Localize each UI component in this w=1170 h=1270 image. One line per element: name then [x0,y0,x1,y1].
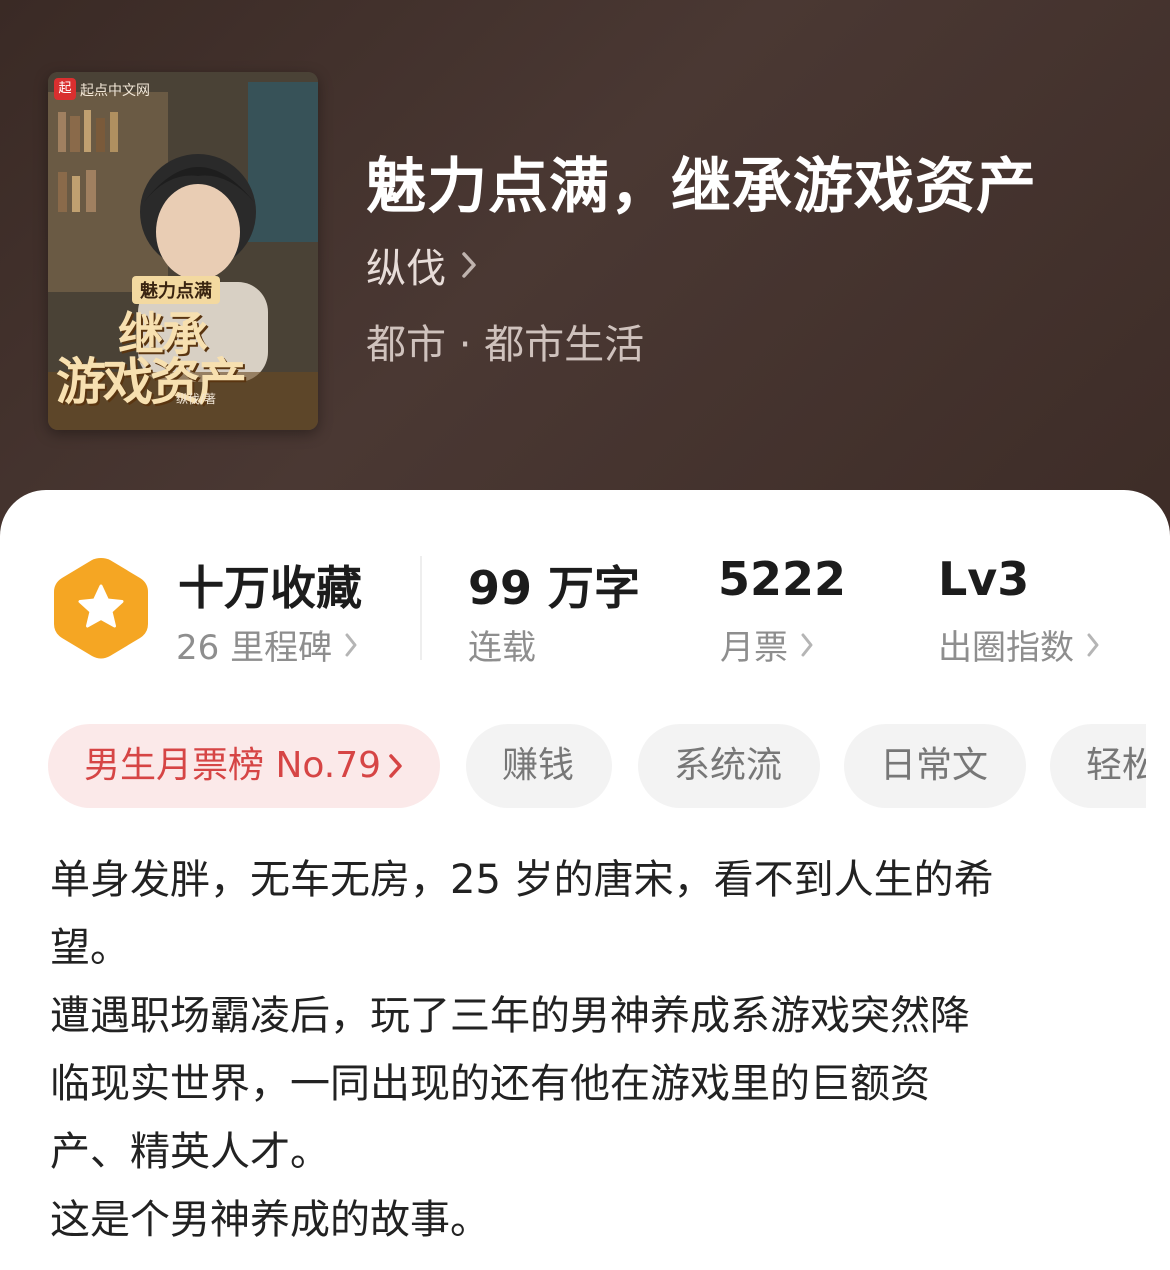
description-line: 望。 [50,925,130,971]
tag-label: 日常文 [880,745,989,786]
milestone-link[interactable]: 26 里程碑 [176,620,358,669]
milestone-label: 26 里程碑 [176,628,333,668]
tag-list: 男生月票榜 No.79 赚钱 系统流 日常文 轻松 [48,724,1146,808]
book-description: 单身发胖，无车无房，25 岁的唐宋，看不到人生的希 望。 遭遇职场霸凌后，玩了三… [50,846,1130,1254]
chevron-right-icon [1087,633,1099,656]
word-count-value: 99 万字 [468,561,641,615]
book-cover[interactable]: 起 起点中文网 魅力点满 继承 游戏资产 纵伐/著 [48,72,318,430]
tag-item[interactable]: 日常文 [844,724,1026,808]
description-line: 遭遇职场霸凌后，玩了三年的男神养成系游戏突然降 [50,993,970,1039]
influence-index-label: 出圈指数 [938,628,1074,668]
level-value: Lv3 [938,552,1030,606]
book-title: 魅力点满，继承游戏资产 [366,152,1037,222]
stats-divider [420,556,422,660]
tag-item[interactable]: 系统流 [638,724,820,808]
site-logo: 起 [54,78,76,100]
description-line: 这是个男神养成的故事。 [50,1197,490,1243]
site-name: 起点中文网 [80,83,150,99]
collection-value: 十万收藏 [178,561,362,615]
description-line: 单身发胖，无车无房，25 岁的唐宋，看不到人生的希 [50,857,994,903]
tag-label: 系统流 [674,745,783,786]
serial-status: 连载 [468,620,536,669]
tag-label: 轻松 [1086,745,1146,786]
tag-item[interactable]: 轻松 [1050,724,1146,808]
influence-index-link[interactable]: 出圈指数 [938,620,1100,669]
monthly-ticket-value: 5222 [718,552,847,606]
tag-item[interactable]: 赚钱 [466,724,612,808]
chevron-right-icon [462,252,476,278]
chevron-right-icon [389,754,402,778]
serial-status-label: 连载 [468,628,536,668]
chevron-right-icon [801,633,813,656]
author-link[interactable]: 纵伐 [366,236,478,294]
tag-rank-label: 男生月票榜 No.79 [84,745,382,786]
cover-author-credit: 纵伐/著 [176,392,217,406]
description-line: 临现实世界，一同出现的还有他在游戏里的巨额资 [50,1061,930,1107]
genre-label: 都市 · 都市生活 [366,322,645,368]
star-badge-icon [54,558,148,659]
author-name: 纵伐 [366,246,446,292]
description-line: 产、精英人才。 [50,1129,330,1175]
monthly-ticket-label: 月票 [720,628,788,668]
tag-label: 赚钱 [502,745,575,786]
chevron-right-icon [345,633,357,656]
tag-rank[interactable]: 男生月票榜 No.79 [48,724,440,808]
monthly-ticket-link[interactable]: 月票 [720,620,814,669]
